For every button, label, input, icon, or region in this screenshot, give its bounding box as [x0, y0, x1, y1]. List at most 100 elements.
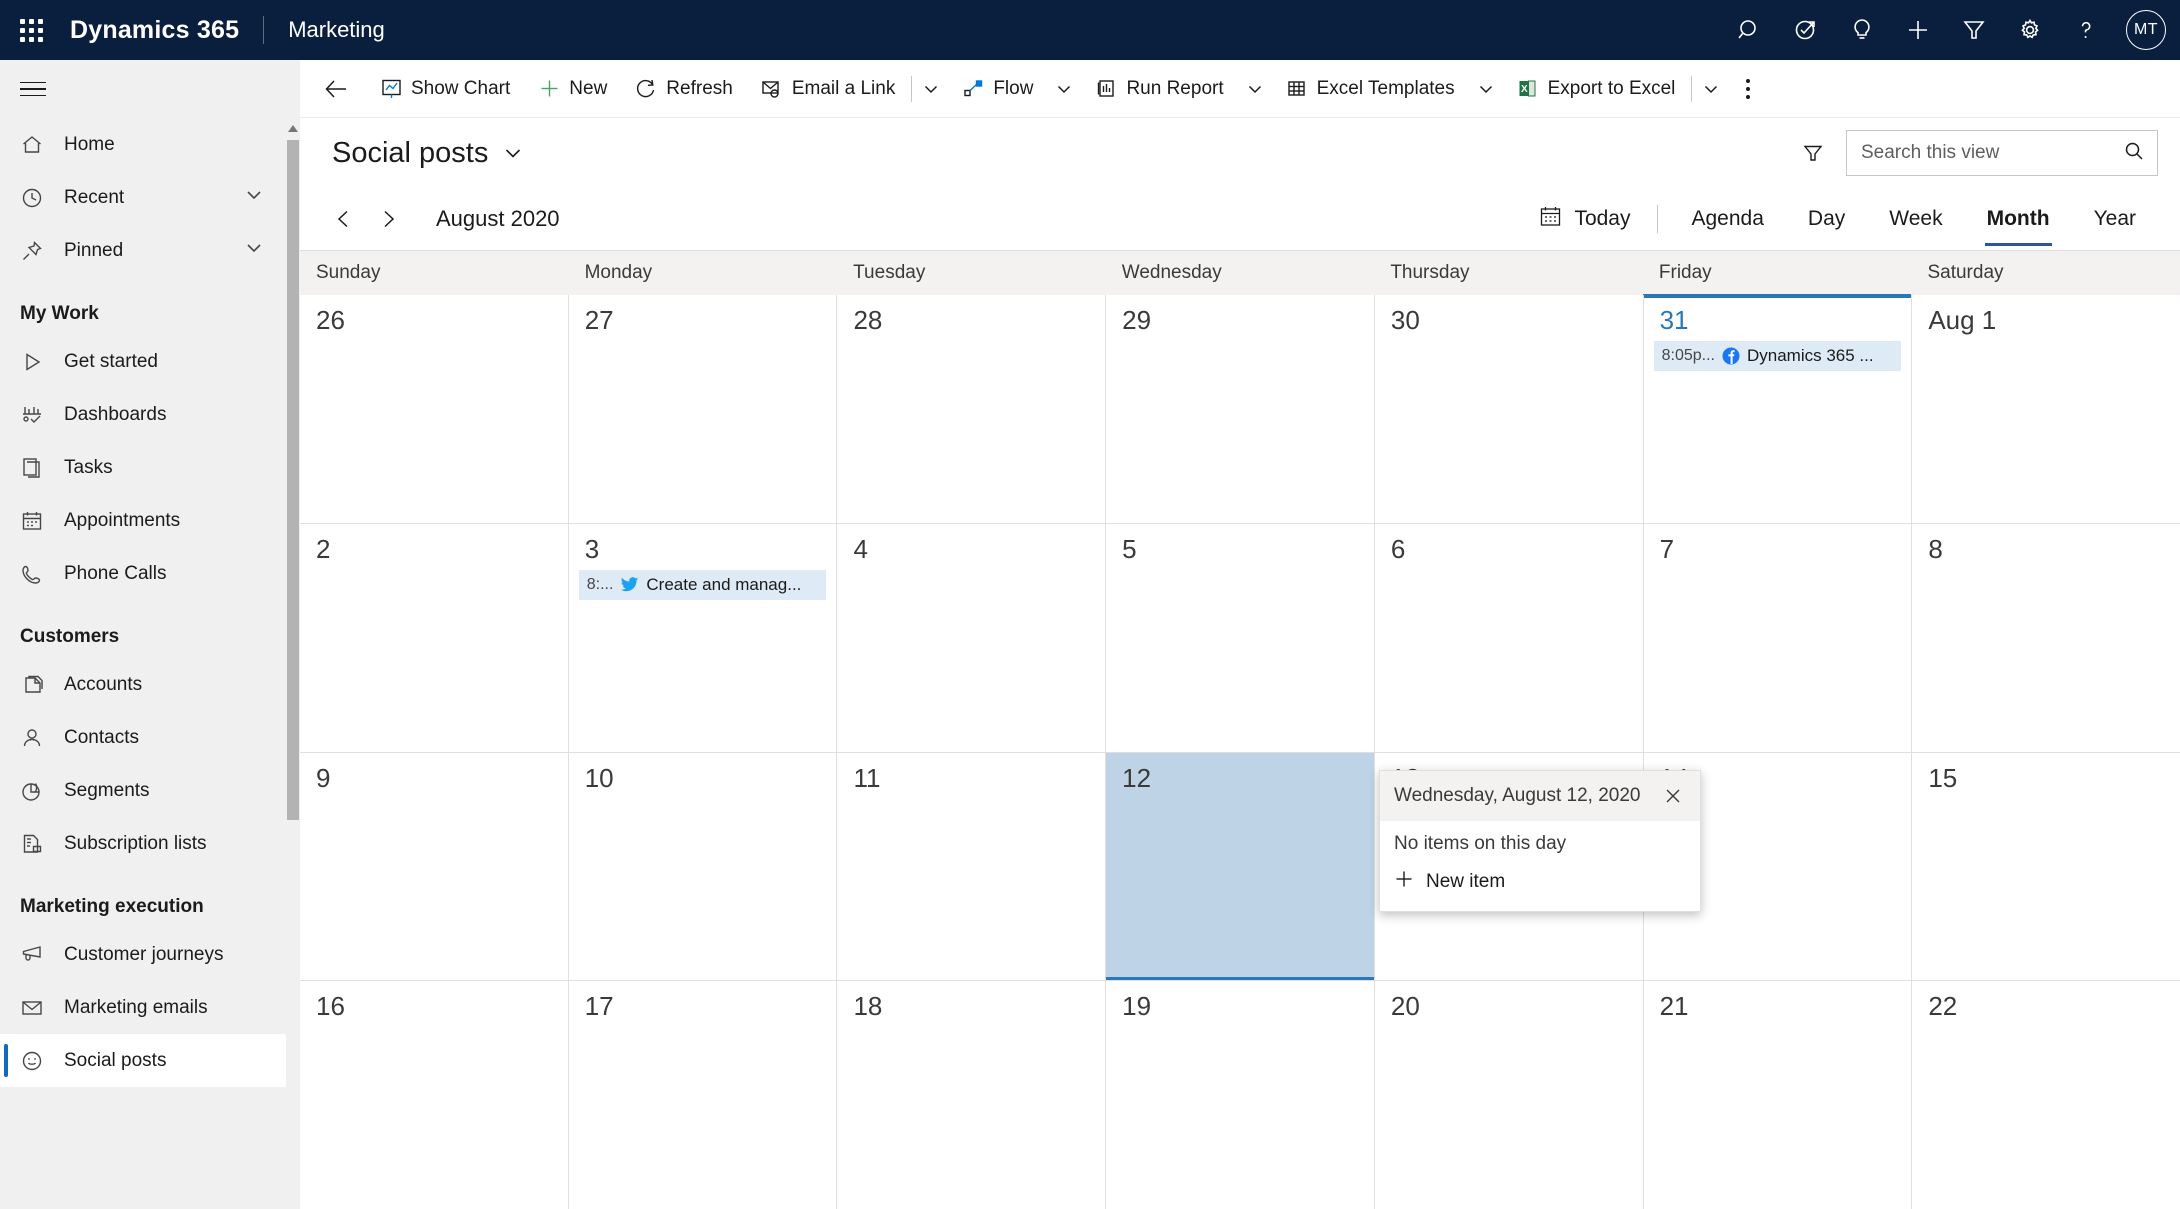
scrollbar-thumb[interactable] — [287, 140, 299, 820]
flow-button[interactable]: Flow — [948, 66, 1047, 112]
more-commands-button[interactable] — [1728, 66, 1768, 112]
lightbulb-icon[interactable] — [1836, 4, 1888, 56]
calendar-day-cell[interactable]: 17 — [569, 981, 838, 1209]
day-number: 11 — [853, 762, 881, 793]
close-icon[interactable] — [1658, 781, 1688, 811]
edit-filters-icon[interactable] — [1796, 136, 1830, 170]
export-to-excel-caret[interactable] — [1694, 66, 1728, 112]
sidebar-item-subscription-lists[interactable]: Subscription lists — [0, 817, 300, 870]
calendar-day-cell[interactable]: 20 — [1375, 981, 1644, 1209]
sidebar-item-recent[interactable]: Recent — [0, 171, 300, 224]
calendar-day-cell[interactable]: 28 — [837, 295, 1107, 523]
sidebar-item-pinned[interactable]: Pinned — [0, 224, 300, 277]
calendar-event[interactable]: 8:... Create and manag... — [578, 569, 827, 600]
next-period-button[interactable] — [366, 197, 410, 241]
back-button[interactable] — [314, 66, 366, 112]
calendar-mode-agenda[interactable]: Agenda — [1670, 196, 1786, 242]
calendar-day-cell[interactable]: 16 — [300, 981, 569, 1209]
calendar-icon — [20, 509, 54, 533]
calendar-day-cell[interactable]: 15 — [1912, 753, 2180, 981]
day-number: 28 — [853, 305, 883, 335]
sidebar-item-get-started[interactable]: Get started — [0, 335, 300, 388]
search-this-view[interactable] — [1846, 130, 2158, 176]
email-a-link-caret[interactable] — [914, 66, 948, 112]
calendar-icon — [1539, 205, 1562, 234]
calendar-mode-year[interactable]: Year — [2072, 196, 2158, 242]
calendar-day-cell[interactable]: 18 — [837, 981, 1107, 1209]
sidebar-item-home[interactable]: Home — [0, 118, 300, 171]
search-icon[interactable] — [2123, 140, 2145, 167]
calendar-day-cell[interactable]: 7 — [1644, 523, 1913, 752]
filter-icon[interactable] — [1948, 4, 2000, 56]
sidebar-item-social-posts[interactable]: Social posts — [0, 1034, 300, 1087]
chevron-down-icon[interactable] — [244, 185, 264, 211]
calendar-day-cell[interactable]: 4 — [837, 523, 1107, 752]
search-input[interactable] — [1861, 142, 2123, 164]
run-report-caret[interactable] — [1238, 66, 1272, 112]
sidebar-item-customer-journeys[interactable]: Customer journeys — [0, 928, 300, 981]
sidebar-item-label: Social posts — [64, 1049, 167, 1071]
gear-icon[interactable] — [2004, 4, 2056, 56]
export-to-excel-button[interactable]: X Export to Excel — [1503, 66, 1690, 112]
show-chart-button[interactable]: Show Chart — [366, 66, 524, 112]
sidebar-item-contacts[interactable]: Contacts — [0, 711, 300, 764]
previous-period-button[interactable] — [322, 197, 366, 241]
new-item-button[interactable]: New item — [1394, 869, 1686, 895]
calendar-day-cell-selected[interactable]: 12 — [1106, 752, 1375, 981]
calendar-day-cell-today[interactable]: 31 8:05p... Dynamics 365 ... — [1644, 295, 1913, 523]
scroll-up-icon[interactable] — [286, 122, 300, 136]
sidebar-item-tasks[interactable]: Tasks — [0, 441, 300, 494]
calendar-day-cell[interactable]: 29 — [1106, 295, 1375, 523]
calendar-day-cell[interactable]: 3 8:... Create and manag... — [569, 523, 838, 752]
add-icon[interactable] — [1892, 4, 1944, 56]
callout-title: Wednesday, August 12, 2020 — [1394, 785, 1641, 806]
app-module-name[interactable]: Marketing — [288, 17, 385, 43]
calendar-mode-week[interactable]: Week — [1867, 196, 1964, 242]
calendar-day-cell[interactable]: 27 — [569, 295, 838, 523]
chevron-down-icon[interactable] — [244, 238, 264, 264]
view-selector-chevron-down-icon[interactable] — [502, 142, 524, 164]
calendar-mode-month[interactable]: Month — [1965, 196, 2072, 246]
flow-caret[interactable] — [1047, 66, 1081, 112]
app-launcher-button[interactable] — [0, 0, 62, 60]
calendar-day-cell[interactable]: 11 — [837, 752, 1107, 981]
today-button[interactable]: Today — [1525, 205, 1644, 234]
new-button[interactable]: New — [524, 66, 621, 112]
calendar-mode-day[interactable]: Day — [1786, 196, 1867, 242]
sidebar-toggle-button[interactable] — [0, 60, 300, 118]
calendar-day-cell[interactable]: 10 — [569, 752, 838, 981]
sidebar-item-phone-calls[interactable]: Phone Calls — [0, 547, 300, 600]
email-a-link-button[interactable]: Email a Link — [747, 66, 910, 112]
calendar-day-cell[interactable]: 22 — [1912, 981, 2180, 1209]
brand-title[interactable]: Dynamics 365 — [70, 16, 239, 45]
focused-view-icon[interactable] — [1780, 4, 1832, 56]
sidebar-item-appointments[interactable]: Appointments — [0, 494, 300, 547]
sidebar-item-label: Get started — [64, 350, 158, 372]
sidebar-scrollbar[interactable] — [286, 118, 300, 1209]
excel-templates-button[interactable]: Excel Templates — [1272, 66, 1469, 112]
sidebar-item-marketing-emails[interactable]: Marketing emails — [0, 981, 300, 1034]
calendar-week-row: 9 10 11 12 13 14 — [300, 752, 2180, 982]
run-report-button[interactable]: Run Report — [1081, 66, 1237, 112]
calendar-day-cell[interactable]: 26 — [300, 295, 569, 523]
sidebar-item-dashboards[interactable]: Dashboards — [0, 388, 300, 441]
page-title[interactable]: Social posts — [332, 137, 488, 170]
sidebar-item-segments[interactable]: Segments — [0, 764, 300, 817]
calendar-day-cell[interactable]: 30 — [1375, 295, 1644, 523]
calendar-day-cell[interactable]: 8 — [1912, 524, 2180, 752]
calendar-day-cell[interactable]: 21 — [1644, 981, 1913, 1209]
day-number: 26 — [316, 305, 345, 335]
calendar-day-cell[interactable]: 5 — [1106, 523, 1375, 752]
excel-templates-caret[interactable] — [1469, 66, 1503, 112]
calendar-event[interactable]: 8:05p... Dynamics 365 ... — [1653, 341, 1902, 371]
calendar-day-cell[interactable]: 2 — [300, 523, 569, 752]
calendar-day-cell[interactable]: 19 — [1106, 981, 1375, 1209]
help-icon[interactable] — [2060, 4, 2112, 56]
search-icon[interactable] — [1724, 4, 1776, 56]
calendar-day-cell[interactable]: 6 — [1375, 523, 1644, 752]
avatar[interactable]: MT — [2126, 10, 2166, 50]
sidebar-item-accounts[interactable]: Accounts — [0, 658, 300, 711]
calendar-day-cell[interactable]: Aug 1 — [1912, 295, 2180, 523]
refresh-button[interactable]: Refresh — [621, 66, 747, 112]
calendar-day-cell[interactable]: 9 — [300, 752, 569, 981]
